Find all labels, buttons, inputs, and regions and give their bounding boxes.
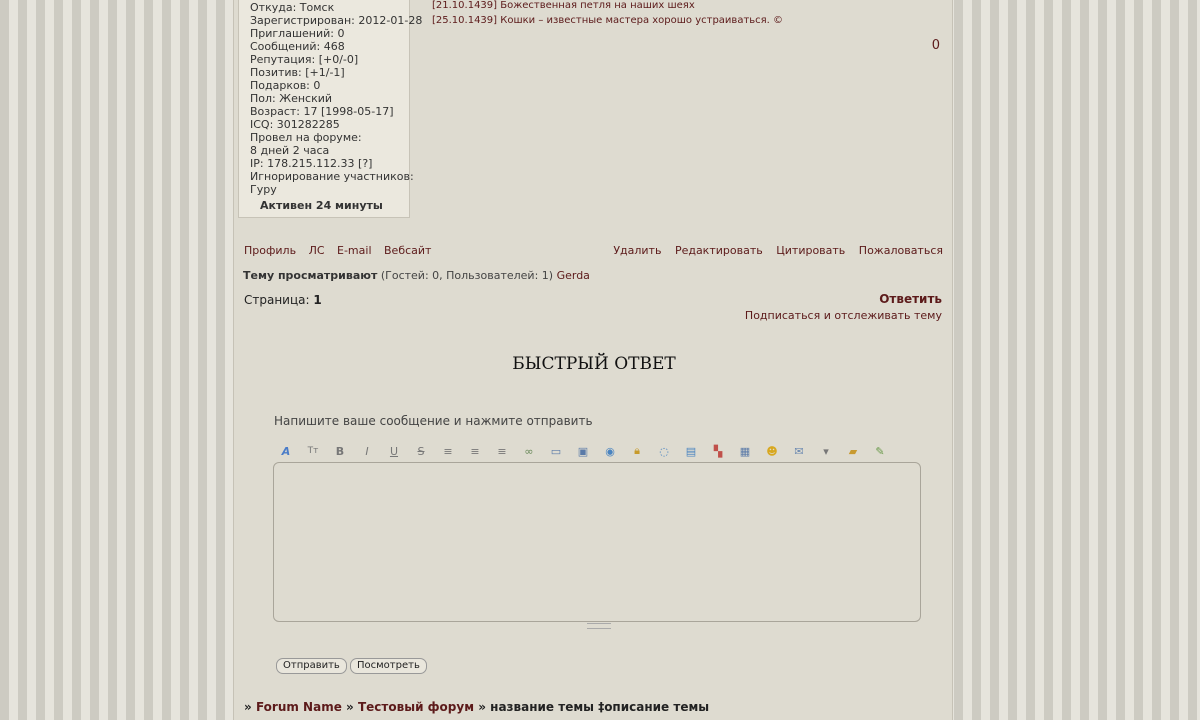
profile-invites: Приглашений: 0 [250, 27, 345, 40]
user-profile-panel: Откуда: Томск Зарегистрирован: 2012-01-2… [238, 0, 423, 218]
subscribe-link[interactable]: Подписаться и отслеживать тему [745, 309, 942, 322]
signature-line: [21.10.1439] Божественная петля на наших… [432, 0, 695, 11]
preview-button[interactable]: Посмотреть [350, 658, 427, 674]
italic-icon[interactable]: I [358, 442, 376, 460]
post-rating-counter[interactable]: 0 [932, 38, 940, 53]
profile-link[interactable]: Профиль [244, 244, 296, 257]
topic-viewers: Тему просматривают (Гостей: 0, Пользоват… [243, 269, 590, 282]
breadcrumb-separator: » [244, 700, 252, 714]
viewers-label: Тему просматривают [243, 269, 378, 282]
viewers-detail: (Гостей: 0, Пользователей: 1) [377, 269, 557, 282]
profile-time-label: Провел на форуме: [250, 131, 362, 144]
breadcrumb-separator: » [346, 700, 354, 714]
post-user-links: Профиль ЛС E-mail Вебсайт [244, 244, 440, 257]
profile-active-status: Активен 24 минуты [260, 199, 383, 212]
website-link[interactable]: Вебсайт [384, 244, 431, 257]
signature-line: [25.10.1439] Кошки – известные мастера х… [432, 15, 784, 26]
code-icon[interactable]: ▤ [682, 442, 700, 460]
profile-ignore-label: Игнорирование участников: [250, 170, 414, 183]
breadcrumb-subforum-link[interactable]: Тестовый форум [358, 700, 474, 714]
align-center-icon[interactable]: ≡ [466, 442, 484, 460]
email-link[interactable]: E-mail [337, 244, 372, 257]
profile-messages: Сообщений: 468 [250, 40, 345, 53]
delete-link[interactable]: Удалить [613, 244, 661, 257]
profile-from: Откуда: Томск [250, 1, 335, 14]
table-icon[interactable]: ▦ [736, 442, 754, 460]
bold-icon[interactable]: B [331, 442, 349, 460]
quote-icon[interactable]: ◌ [655, 442, 673, 460]
profile-gifts: Подарков: 0 [250, 79, 321, 92]
strikethrough-icon[interactable]: S [412, 442, 430, 460]
current-page: 1 [313, 293, 322, 307]
quote-link[interactable]: Цитировать [776, 244, 845, 257]
post-signature: [21.10.1439] Божественная петля на наших… [432, 0, 783, 28]
reply-button[interactable]: Ответить [879, 292, 942, 306]
upload-icon[interactable]: ▰ [844, 442, 862, 460]
image-icon[interactable]: ▭ [547, 442, 565, 460]
profile-ignore-value: Гуру [250, 183, 277, 196]
resize-handle[interactable] [587, 623, 611, 629]
edit-link[interactable]: Редактировать [675, 244, 763, 257]
post-action-links: Удалить Редактировать Цитировать Пожалов… [603, 244, 943, 257]
viewer-user-link[interactable]: Gerda [557, 269, 590, 282]
smiley-icon[interactable]: ☻ [763, 442, 781, 460]
font-icon[interactable]: A [277, 442, 295, 460]
profile-icq: ICQ: 301282285 [250, 118, 340, 131]
link-icon[interactable]: ∞ [520, 442, 538, 460]
message-textarea[interactable] [273, 462, 921, 622]
pagination-label: Страница: [244, 293, 314, 307]
breadcrumb-topic: название темы [490, 700, 594, 714]
pagination: Страница: 1 [244, 293, 322, 307]
breadcrumb-topic-description: описание темы [604, 700, 710, 714]
video-icon[interactable]: ◉ [601, 442, 619, 460]
profile-ip: IP: 178.215.112.33 [?] [250, 157, 373, 170]
profile-positive[interactable]: Позитив: [+1/-1] [250, 66, 409, 79]
private-message-link[interactable]: ЛС [309, 244, 325, 257]
gallery-icon[interactable]: ▣ [574, 442, 592, 460]
breadcrumb: » Forum Name » Тестовый форум » название… [244, 700, 709, 714]
color-icon[interactable]: ▚ [709, 442, 727, 460]
report-link[interactable]: Пожаловаться [859, 244, 943, 257]
breadcrumb-separator: » [478, 700, 486, 714]
spoiler-icon[interactable]: 🔒︎ [628, 442, 646, 460]
underline-icon[interactable]: U [385, 442, 403, 460]
profile-time-value: 8 дней 2 часа [250, 144, 330, 157]
profile-gender: Пол: Женский [250, 92, 333, 105]
profile-registered: Зарегистрирован: 2012-01-28 [250, 14, 423, 27]
edit-icon[interactable]: ✎ [871, 442, 889, 460]
page-container: Откуда: Томск Зарегистрирован: 2012-01-2… [233, 0, 953, 720]
submit-button[interactable]: Отправить [276, 658, 347, 674]
breadcrumb-forum-link[interactable]: Forum Name [256, 700, 342, 714]
profile-age: Возраст: 17 [1998-05-17] [250, 105, 394, 118]
profile-reputation[interactable]: Репутация: [+0/-0] [250, 53, 409, 66]
font-size-icon[interactable]: Tт [304, 442, 322, 460]
email-icon[interactable]: ✉ [790, 442, 808, 460]
more-icon[interactable]: ▾ [817, 442, 835, 460]
quick-reply-title: БЫСТРЫЙ ОТВЕТ [512, 354, 676, 374]
align-right-icon[interactable]: ≡ [493, 442, 511, 460]
align-left-icon[interactable]: ≡ [439, 442, 457, 460]
quick-reply-prompt: Напишите ваше сообщение и нажмите отправ… [274, 414, 593, 428]
